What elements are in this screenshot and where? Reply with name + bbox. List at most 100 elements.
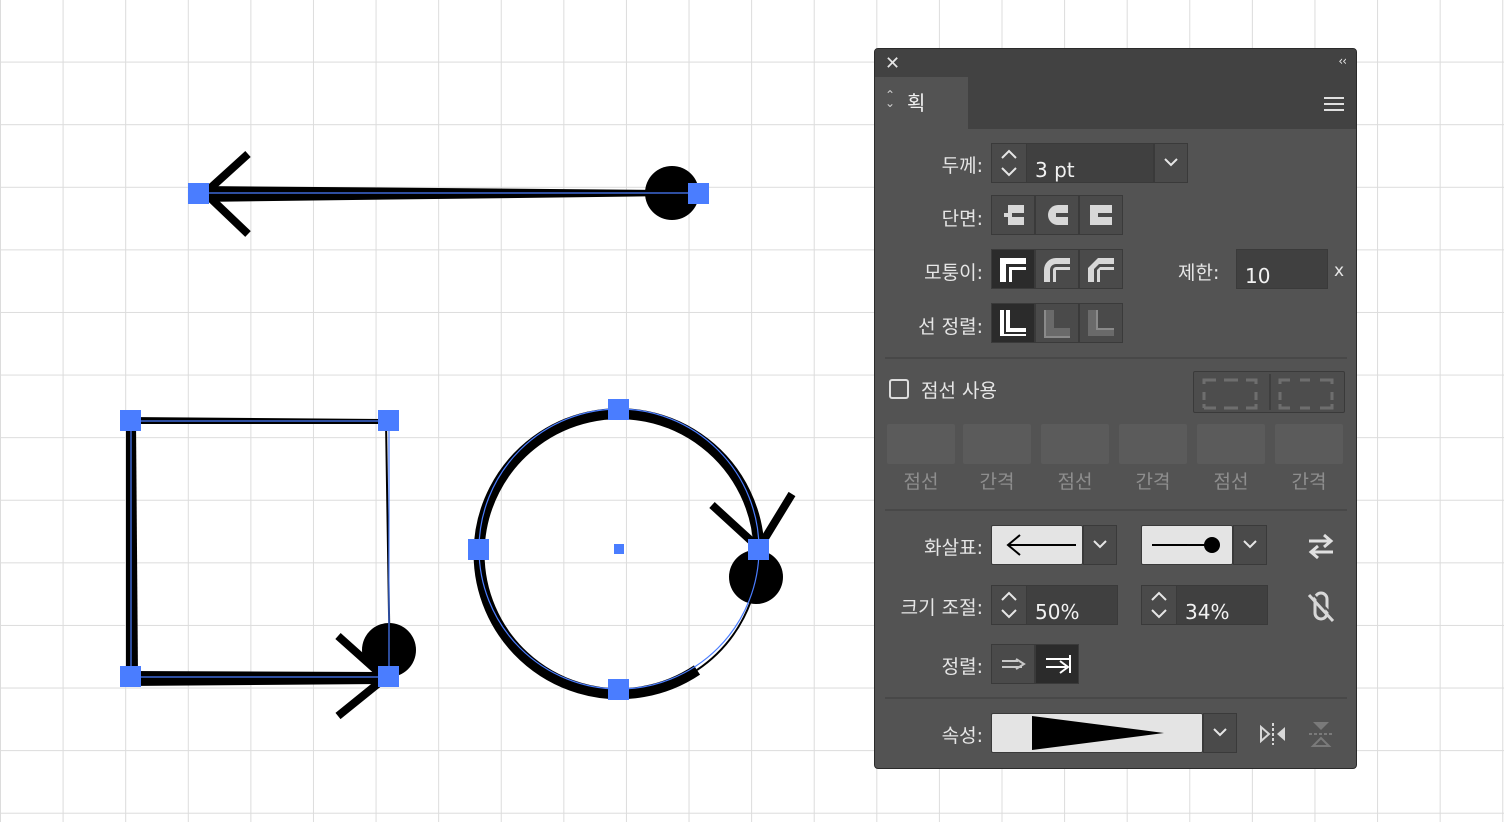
end-scale-field[interactable]: 34% [1176, 585, 1268, 625]
square-path-object [120, 410, 416, 720]
projecting-cap-button[interactable] [1079, 195, 1123, 235]
arrow-tip-end-button[interactable] [1035, 644, 1079, 684]
anchor-point [468, 539, 489, 560]
anchor-point [688, 183, 709, 204]
profile-label: 속성: [941, 725, 983, 747]
dash-field-2[interactable] [1041, 424, 1109, 464]
hamburger-menu-icon[interactable] [1324, 97, 1344, 115]
arrow-tip-extend-button[interactable] [991, 644, 1035, 684]
dash-label-3: 점선 [1213, 471, 1249, 493]
dash-alignment-group [1193, 371, 1345, 413]
flip-along-icon[interactable] [1257, 719, 1289, 749]
limit-unit: x [1334, 261, 1345, 281]
corner-label: 모퉁이: [924, 262, 983, 284]
align-label: 정렬: [941, 656, 983, 678]
arrow-start-icon [1006, 534, 1076, 556]
align-stroke-outside-icon [1088, 310, 1114, 336]
arrow-place-end-icon [1046, 655, 1071, 674]
arrow-extend-icon [1002, 658, 1026, 670]
swap-arrowheads-icon[interactable] [1305, 531, 1337, 561]
scale-label: 크기 조절: [900, 597, 983, 619]
dashed-line-label: 점선 사용 [921, 380, 997, 402]
start-scale-stepper[interactable] [991, 585, 1027, 625]
start-arrowhead-dropdown[interactable] [1083, 525, 1117, 565]
tab-updown-icon: ⌃ ⌄ [885, 88, 896, 110]
round-cap-icon [1048, 205, 1068, 225]
chevron-down-icon [1093, 540, 1107, 549]
close-icon[interactable]: ✕ [885, 53, 900, 74]
miter-join-icon [1000, 258, 1026, 282]
weight-field[interactable]: 3 pt [1026, 143, 1154, 183]
flip-across-icon[interactable] [1305, 719, 1337, 749]
divider [885, 697, 1347, 699]
align-outside-button[interactable] [1079, 303, 1123, 343]
tab-title: 획 [907, 91, 926, 115]
divider [885, 509, 1347, 511]
gap-label-2: 간격 [1135, 471, 1171, 493]
miter-join-button[interactable] [991, 249, 1035, 289]
limit-label: 제한: [1178, 262, 1220, 284]
link-scale-icon[interactable] [1305, 589, 1337, 623]
bevel-join-button[interactable] [1079, 249, 1123, 289]
chevron-down-icon [1213, 728, 1227, 737]
tab-stroke[interactable]: ⌃ ⌄ 획 [875, 77, 968, 129]
dash-label-1: 점선 [903, 471, 939, 493]
align-stroke-label: 선 정렬: [918, 316, 983, 338]
weight-label: 두께: [941, 155, 983, 177]
stroke-panel: ✕ ‹‹ ⌃ ⌄ 획 두께: 3 pt 단면: 모퉁이: 제한: 10 x 선 정 [874, 48, 1357, 769]
align-inside-button[interactable] [1035, 303, 1079, 343]
anchor-point [378, 666, 399, 687]
profile-dropdown[interactable] [1203, 713, 1237, 753]
limit-field[interactable]: 10 [1236, 249, 1328, 289]
end-arrowhead-select[interactable] [1141, 525, 1233, 565]
round-cap-button[interactable] [1035, 195, 1079, 235]
chevron-down-icon [1164, 158, 1178, 167]
anchor-point [748, 539, 769, 560]
arrowheads-label: 화살표: [924, 537, 983, 559]
bevel-join-icon [1088, 258, 1114, 282]
align-center-button[interactable] [991, 303, 1035, 343]
dash-field-3[interactable] [1197, 424, 1265, 464]
dash-field-1[interactable] [887, 424, 955, 464]
artwork[interactable] [0, 0, 870, 822]
anchor-point [378, 410, 399, 431]
width-profile-icon [1032, 716, 1164, 750]
cap-label: 단면: [941, 208, 983, 230]
align-stroke-inside-icon [1044, 310, 1070, 338]
collapse-icon[interactable]: ‹‹ [1338, 54, 1347, 68]
end-arrowhead-dropdown[interactable] [1233, 525, 1267, 565]
gap-field-2[interactable] [1119, 424, 1187, 464]
width-profile-select[interactable] [991, 713, 1203, 753]
dashed-line-checkbox[interactable] [889, 379, 909, 399]
anchor-point [188, 183, 209, 204]
start-arrowhead-select[interactable] [991, 525, 1083, 565]
center-point [614, 544, 624, 554]
weight-dropdown[interactable] [1154, 143, 1188, 183]
dot-end-icon [1152, 537, 1220, 553]
anchor-point [120, 410, 141, 431]
round-join-button[interactable] [1035, 249, 1079, 289]
gap-label-1: 간격 [979, 471, 1015, 493]
stepper-arrows-icon [1001, 591, 1017, 619]
chevron-down-icon [1243, 540, 1257, 549]
gap-field-3[interactable] [1275, 424, 1343, 464]
arrow-line-object [188, 151, 709, 237]
butt-cap-icon [1004, 205, 1024, 225]
panel-tab-bar: ⌃ ⌄ 획 [875, 77, 1356, 129]
round-join-icon [1044, 258, 1070, 282]
dash-alignment-icons [1202, 374, 1334, 410]
start-scale-field[interactable]: 50% [1026, 585, 1118, 625]
dash-label-2: 점선 [1057, 471, 1093, 493]
gap-field-1[interactable] [963, 424, 1031, 464]
panel-title-bar[interactable]: ✕ ‹‹ [875, 49, 1356, 77]
stepper-arrows-icon [1001, 149, 1017, 177]
circle-path-object [468, 399, 796, 700]
end-scale-stepper[interactable] [1141, 585, 1177, 625]
anchor-point [120, 666, 141, 687]
weight-stepper[interactable] [991, 143, 1027, 183]
gap-label-3: 간격 [1291, 471, 1327, 493]
projecting-cap-icon [1090, 205, 1112, 225]
butt-cap-button[interactable] [991, 195, 1035, 235]
anchor-point [608, 679, 629, 700]
stepper-arrows-icon [1151, 591, 1167, 619]
